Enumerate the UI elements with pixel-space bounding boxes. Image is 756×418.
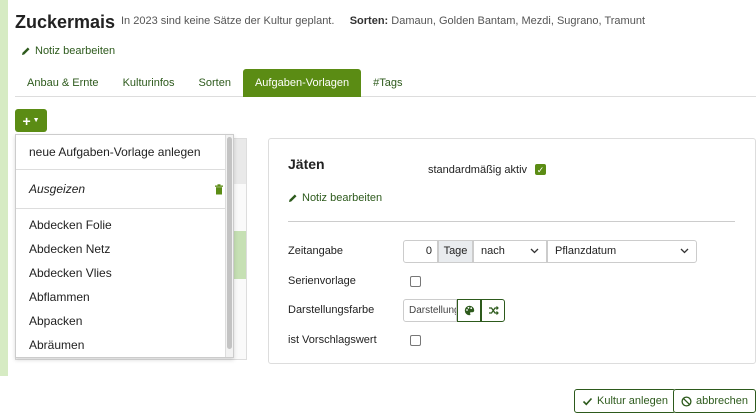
time-value-input[interactable]: 0: [403, 240, 438, 263]
color-input[interactable]: Darstellungsfarbe: [403, 299, 457, 322]
menu-item-ausgeizen[interactable]: Ausgeizen: [16, 174, 233, 204]
create-culture-label: Kultur anlegen: [597, 395, 668, 407]
shuffle-icon: [488, 306, 499, 315]
scroll-thumb[interactable]: [227, 137, 232, 349]
add-dropdown-button[interactable]: + ▼: [15, 109, 47, 132]
trash-icon[interactable]: [214, 183, 224, 195]
menu-scrollbar[interactable]: [225, 135, 233, 357]
suggestion-checkbox[interactable]: [410, 335, 421, 346]
tab-sorten[interactable]: Sorten: [187, 69, 243, 97]
tab-bar: Anbau & Ernte Kulturinfos Sorten Aufgabe…: [15, 69, 756, 97]
reference-select[interactable]: Pflanzdatum: [547, 240, 697, 263]
suggestion-label: ist Vorschlagswert: [288, 334, 377, 346]
task-title: Jäten: [288, 156, 325, 172]
chevron-down-icon: [530, 248, 539, 254]
task-edit-note-link[interactable]: Notiz bearbeiten: [288, 192, 382, 204]
reference-value: Pflanzdatum: [555, 245, 617, 257]
add-label: +: [22, 112, 31, 129]
ban-icon: [681, 395, 692, 407]
main-content: Zuckermais In 2023 sind keine Sätze der …: [8, 0, 756, 376]
page-title: Zuckermais: [15, 12, 116, 32]
palette-button[interactable]: [457, 299, 481, 322]
panel-divider: [288, 221, 735, 222]
tab-anbau-ernte[interactable]: Anbau & Ernte: [15, 69, 111, 97]
create-culture-button[interactable]: Kultur anlegen: [574, 389, 676, 413]
relation-select[interactable]: nach: [473, 240, 547, 263]
color-label: Darstellungsfarbe: [288, 304, 375, 316]
task-edit-note-label: Notiz bearbeiten: [302, 192, 383, 204]
pencil-icon: [289, 194, 297, 202]
default-active-label: standardmäßig aktiv: [428, 164, 528, 176]
relation-value: nach: [481, 245, 505, 257]
cancel-label: abbrechen: [696, 395, 748, 407]
default-active-checkbox[interactable]: ✓: [535, 164, 546, 175]
time-unit-addon: Tage: [438, 240, 473, 263]
check-icon: [582, 397, 593, 405]
time-label: Zeitangabe: [288, 245, 344, 257]
series-checkbox[interactable]: [410, 276, 421, 287]
culture-editor-page: Zuckermais In 2023 sind keine Sätze der …: [0, 0, 756, 418]
plan-info: In 2023 sind keine Sätze der Kultur gepl…: [121, 15, 645, 27]
menu-item[interactable]: Abräumen: [16, 333, 233, 357]
caret-down-icon: ▼: [32, 117, 40, 124]
random-color-button[interactable]: [481, 299, 505, 322]
task-template-panel: Jäten standardmäßig aktiv ✓ Notiz bearbe…: [268, 138, 756, 364]
tab-kulturinfos[interactable]: Kulturinfos: [111, 69, 187, 97]
edit-note-label: Notiz bearbeiten: [35, 45, 116, 57]
chevron-down-icon: [680, 248, 689, 254]
menu-item[interactable]: Abdecken Folie: [16, 213, 233, 237]
menu-item[interactable]: Abdecken Netz: [16, 237, 233, 261]
varieties-label: Sorten:: [349, 15, 389, 27]
cancel-button[interactable]: abbrechen: [673, 389, 756, 413]
tab-aufgaben-vorlagen[interactable]: Aufgaben-Vorlagen: [242, 69, 362, 97]
menu-item-new-template[interactable]: neue Aufgaben-Vorlage anlegen: [16, 135, 233, 169]
left-accent-bar: [0, 0, 8, 376]
menu-item[interactable]: Abflammen: [16, 285, 233, 309]
tab-tags[interactable]: #Tags: [361, 69, 414, 97]
pencil-icon: [22, 47, 30, 55]
menu-item[interactable]: Abpacken: [16, 309, 233, 333]
add-dropdown-menu: neue Aufgaben-Vorlage anlegen Ausgeizen …: [15, 134, 234, 358]
edit-note-link[interactable]: Notiz bearbeiten: [21, 45, 115, 57]
palette-icon: [464, 305, 474, 316]
menu-item[interactable]: Abdecken Vlies: [16, 261, 233, 285]
series-label: Serienvorlage: [288, 275, 356, 287]
plan-info-text: In 2023 sind keine Sätze der Kultur gepl…: [121, 15, 335, 27]
menu-item-ausgeizen-label: Ausgeizen: [29, 182, 86, 196]
menu-divider: [16, 169, 233, 170]
menu-divider: [16, 208, 233, 209]
varieties-list: Damaun, Golden Bantam, Mezdi, Sugrano, T…: [391, 15, 646, 27]
